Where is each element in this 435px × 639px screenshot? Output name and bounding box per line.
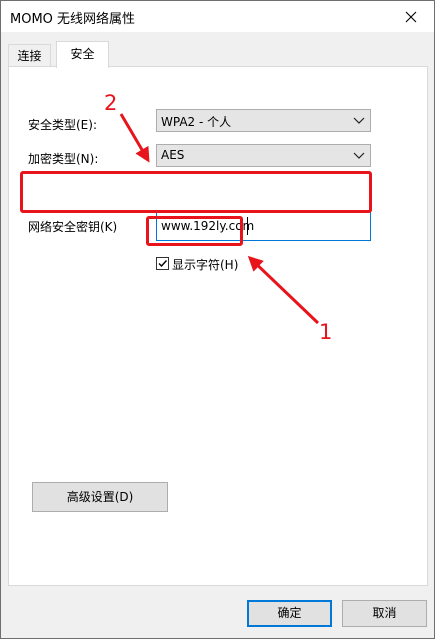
arrow-to-key-field [119, 113, 150, 163]
annotation-marker-1: 1 [319, 320, 333, 344]
tab-security-label: 安全 [70, 47, 95, 61]
tab-security[interactable]: 安全 [56, 41, 109, 68]
arrow-to-show-characters [247, 255, 320, 325]
annotation-arrows [119, 113, 320, 325]
annotation-marker-2: 2 [104, 91, 118, 115]
